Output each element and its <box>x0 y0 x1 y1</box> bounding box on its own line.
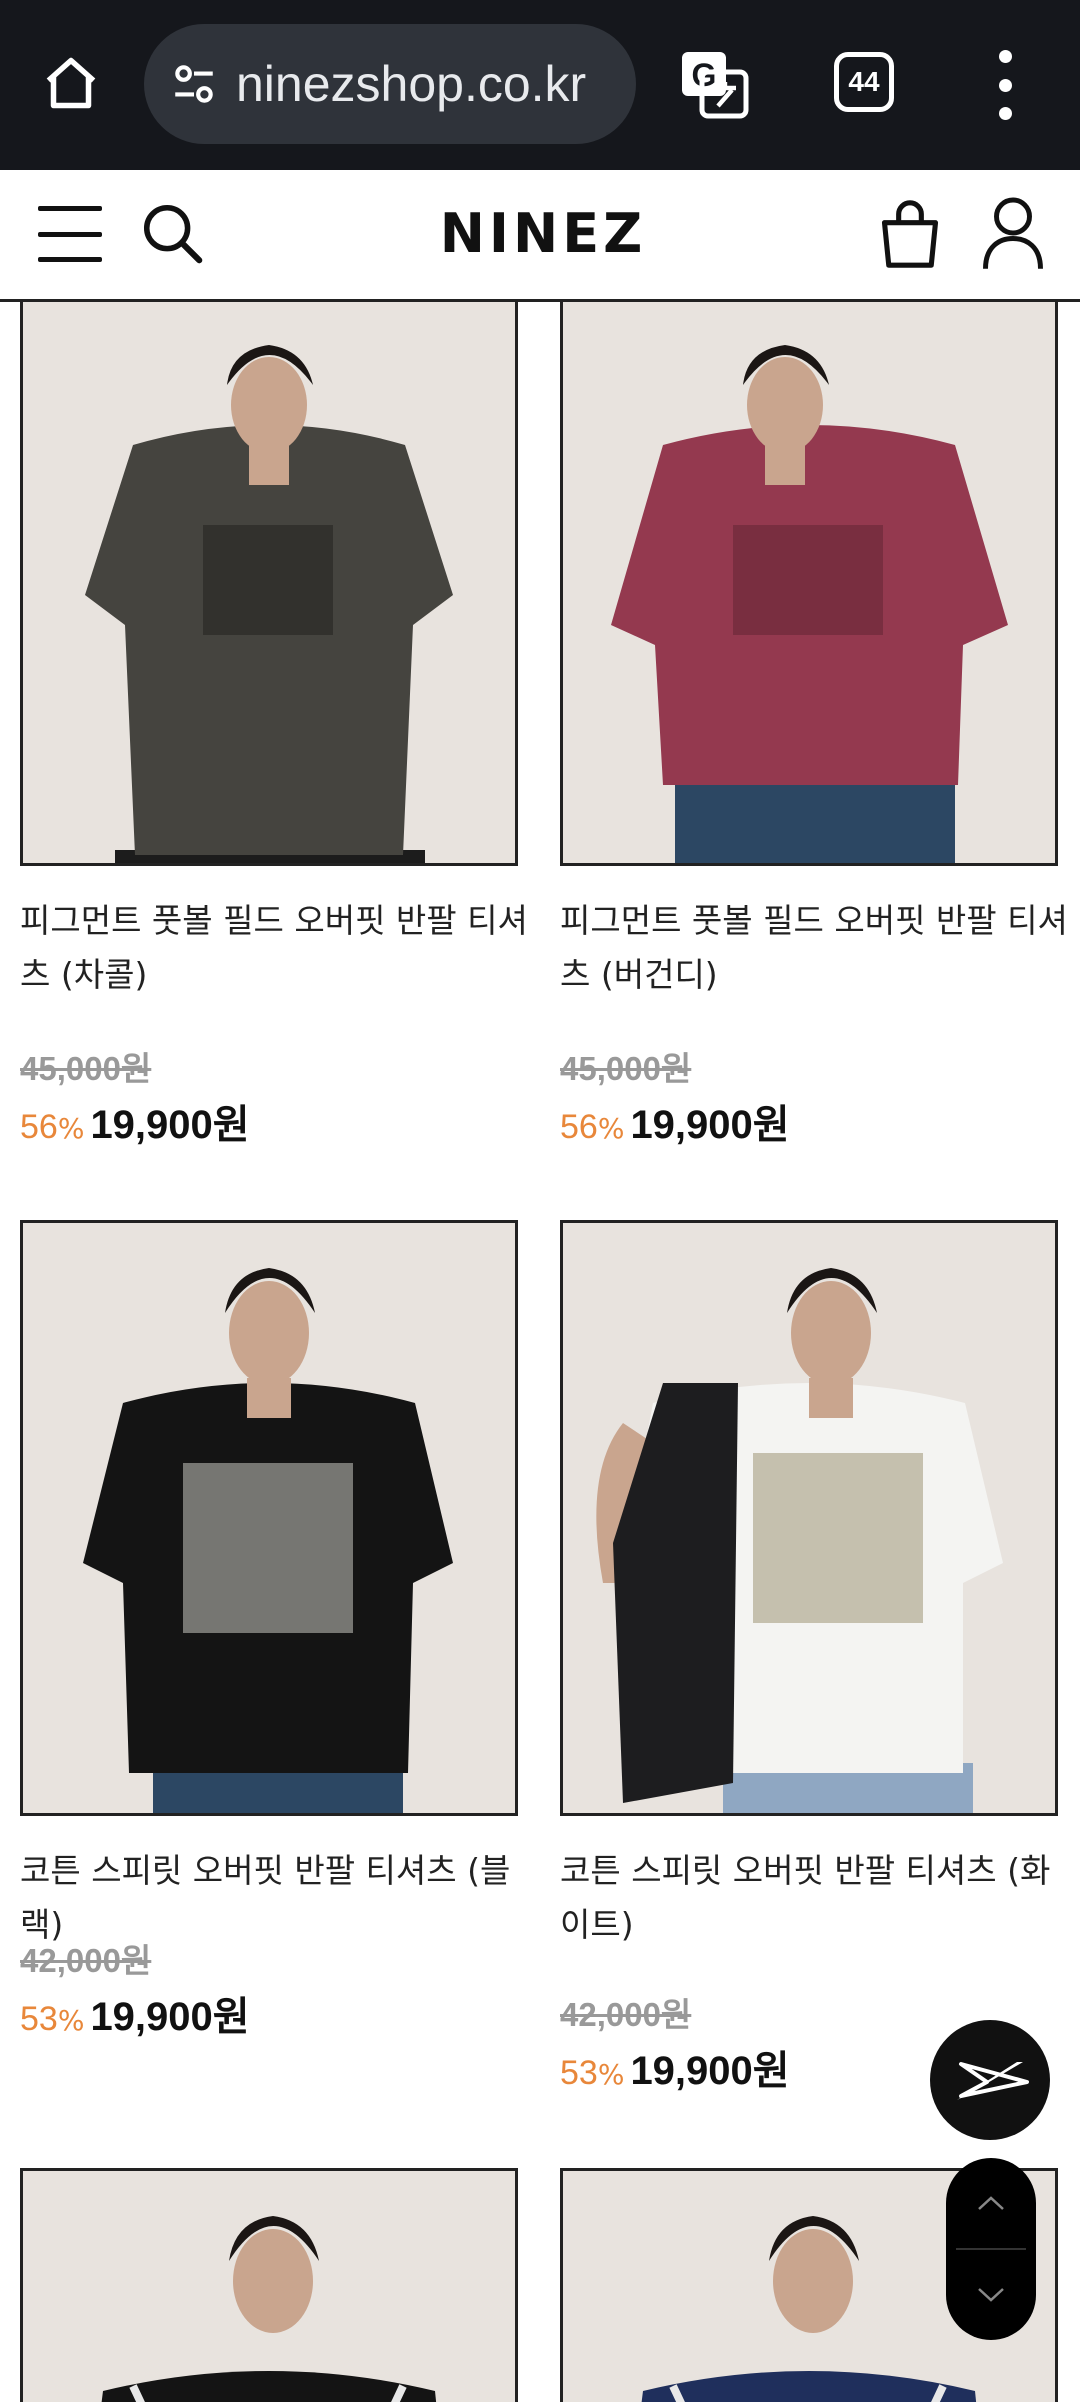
price-line: 56% 19,900원 <box>560 1092 790 1150</box>
translate-icon: G <box>682 52 749 119</box>
scroll-down-button[interactable] <box>946 2250 1036 2340</box>
tune-icon[interactable] <box>164 54 224 114</box>
percent-sign: % <box>597 2058 625 2091</box>
account-button[interactable] <box>980 194 1046 272</box>
tab-switcher-button[interactable]: 44 <box>834 52 894 112</box>
original-price: 42,000원 <box>560 1996 692 2033</box>
brand-fab-button[interactable] <box>930 2020 1050 2140</box>
chevron-up-icon <box>978 2196 1004 2210</box>
home-icon <box>46 57 96 109</box>
cart-button[interactable] <box>876 196 944 272</box>
site-logo[interactable]: NINEZ <box>430 206 656 262</box>
sale-price: 19,900원 <box>90 1103 250 1147</box>
sale-price: 19,900원 <box>90 1995 250 2039</box>
sale-price: 19,900원 <box>630 1103 790 1147</box>
product-grid: 피그먼트 풋볼 필드 오버핏 반팔 티셔츠 (차콜) 45,000원 56% 19… <box>0 302 1080 2402</box>
product-image[interactable] <box>560 302 1058 866</box>
price-line: 53% 19,900원 <box>20 1984 250 2042</box>
discount-rate: 53 <box>560 2054 598 2092</box>
scroll-controls <box>946 2158 1036 2340</box>
shirt-shape <box>85 425 453 855</box>
discount-rate: 53 <box>20 2000 58 2038</box>
percent-sign: % <box>597 1112 625 1145</box>
product-image[interactable] <box>20 302 518 866</box>
search-icon <box>143 204 203 264</box>
brand-logo-icon <box>957 2062 1029 2100</box>
price-line: 56% 19,900원 <box>20 1092 250 1150</box>
scroll-up-button[interactable] <box>946 2158 1036 2248</box>
original-price: 42,000원 <box>20 1942 152 1979</box>
discount-rate: 56 <box>20 1108 58 1146</box>
product-image[interactable] <box>560 1220 1058 1816</box>
address-bar[interactable]: ninezshop.co.kr <box>144 24 636 144</box>
product-name[interactable]: 피그먼트 풋볼 필드 오버핏 반팔 티셔츠 (버건디) <box>560 894 1080 1002</box>
url-text: ninezshop.co.kr <box>236 56 587 112</box>
more-vert-icon[interactable] <box>990 50 1020 120</box>
chevron-down-icon <box>978 2288 1004 2302</box>
product-name[interactable]: 피그먼트 풋볼 필드 오버핏 반팔 티셔츠 (차콜) <box>20 894 540 1002</box>
original-price: 45,000원 <box>20 1050 152 1087</box>
product-image[interactable] <box>20 1220 518 1816</box>
original-price: 45,000원 <box>560 1050 692 1087</box>
hamburger-icon[interactable] <box>38 206 102 262</box>
translate-button[interactable]: G <box>676 46 752 122</box>
user-icon <box>983 197 1043 269</box>
site-header: NINEZ <box>0 170 1080 302</box>
percent-sign: % <box>57 1112 85 1145</box>
price-line: 53% 19,900원 <box>560 2038 790 2096</box>
discount-rate: 56 <box>560 1108 598 1146</box>
product-name[interactable]: 코튼 스피릿 오버핏 반팔 티셔츠 (화이트) <box>560 1844 1080 1952</box>
percent-sign: % <box>57 2004 85 2037</box>
shopping-bag-icon <box>881 200 939 268</box>
product-image[interactable] <box>20 2168 518 2402</box>
home-button[interactable] <box>38 50 104 116</box>
browser-toolbar: ninezshop.co.kr G 44 <box>0 0 1080 170</box>
search-button[interactable] <box>138 198 208 270</box>
sale-price: 19,900원 <box>630 2049 790 2093</box>
